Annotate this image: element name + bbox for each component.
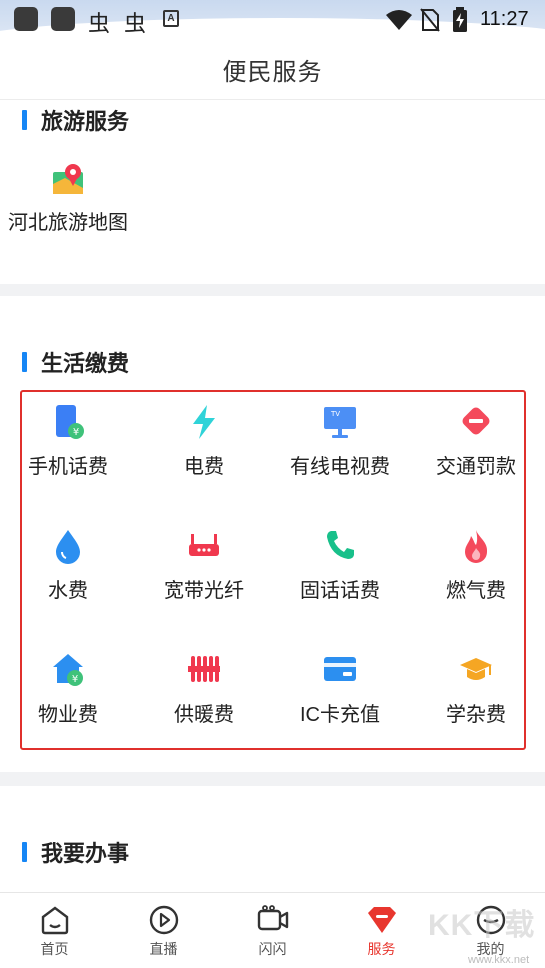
service-item-label: 电费 (184, 456, 224, 478)
svg-text:TV: TV (330, 410, 340, 418)
service-item-label: 河北旅游地图 (8, 212, 128, 234)
service-item-label: 物业费 (38, 704, 98, 726)
phone-bill-icon: ¥ (56, 405, 84, 439)
bug-icon: 虫 (124, 12, 147, 37)
video-camera-icon (257, 905, 288, 931)
svg-text:¥: ¥ (73, 427, 79, 438)
traffic-fine-icon (462, 407, 490, 435)
nav-item-flash[interactable]: 闪闪 (218, 893, 327, 968)
water-drop-icon (56, 530, 80, 564)
bug-icon: 虫 (88, 12, 111, 37)
wifi-icon (386, 10, 412, 30)
section-accent-bar (22, 842, 27, 862)
home-icon (41, 906, 68, 935)
service-item-label: 手机话费 (28, 456, 108, 478)
service-item-label: IC卡充值 (300, 704, 380, 726)
tv-icon: TV (324, 407, 356, 438)
service-item-label: 固话话费 (300, 580, 380, 602)
play-icon (149, 905, 178, 935)
page-title: 便民服务 (222, 59, 323, 86)
service-item-traffic-fine[interactable]: 交通罚款 (408, 404, 544, 479)
service-item-label: 宽带光纤 (164, 580, 244, 602)
map-pin-icon (53, 164, 83, 194)
section-accent-bar (22, 352, 27, 372)
no-sim-icon (420, 8, 440, 32)
section-header: 生活缴费 (22, 346, 129, 378)
section-title: 生活缴费 (41, 351, 130, 376)
service-item-label: 交通罚款 (436, 456, 516, 478)
service-item-label: 水费 (48, 580, 88, 602)
status-bar: 虫 虫 A 11:27 (0, 0, 545, 40)
graduation-cap-icon (460, 658, 492, 680)
nav-label: 首页 (40, 941, 69, 957)
battery-charging-icon (453, 7, 467, 32)
notification-icon (51, 7, 75, 31)
lightning-icon (193, 405, 215, 439)
service-item-gas[interactable]: 燃气费 (408, 528, 544, 603)
clock: 11:27 (480, 8, 529, 30)
service-item-broadband[interactable]: 宽带光纤 (136, 528, 272, 603)
section-header: 旅游服务 (22, 104, 129, 136)
travel-section: 旅游服务 河北旅游地图 (0, 100, 545, 284)
service-item-cable-tv[interactable]: TV 有线电视费 (272, 404, 408, 479)
nav-item-home[interactable]: 首页 (0, 893, 109, 968)
service-item-ic-card[interactable]: IC卡充值 (272, 652, 408, 727)
house-icon: ¥ (53, 654, 83, 686)
nav-item-service[interactable]: 服务 (327, 893, 436, 968)
service-item-hebei-travel-map[interactable]: 河北旅游地图 (0, 162, 136, 235)
service-item-phone-bill[interactable]: ¥ 手机话费 (0, 404, 136, 479)
nav-label: 直播 (149, 941, 178, 957)
service-item-label: 有线电视费 (290, 456, 390, 478)
section-title: 旅游服务 (41, 109, 130, 134)
service-icon (367, 907, 396, 933)
router-icon (189, 534, 219, 556)
watermark-url: www.kkx.net (468, 954, 530, 966)
service-item-landline[interactable]: 固话话费 (272, 528, 408, 603)
keyboard-a-icon: A (163, 10, 179, 27)
telephone-icon (327, 531, 354, 559)
service-item-label: 供暖费 (174, 704, 234, 726)
service-item-tuition[interactable]: 学杂费 (408, 652, 544, 727)
section-header: 我要办事 (22, 836, 129, 868)
affairs-section: 我要办事 (0, 786, 545, 892)
card-icon (324, 657, 356, 681)
watermark: KK下载 (428, 909, 536, 942)
service-item-electricity[interactable]: 电费 (136, 404, 272, 479)
service-item-label: 学杂费 (446, 704, 506, 726)
service-item-heating[interactable]: 供暖费 (136, 652, 272, 727)
flame-icon (465, 530, 488, 563)
service-item-label: 燃气费 (446, 580, 506, 602)
nav-label: 服务 (367, 941, 396, 957)
section-title: 我要办事 (41, 841, 130, 866)
radiator-icon (188, 656, 220, 682)
svg-text:¥: ¥ (72, 674, 78, 685)
nav-item-live[interactable]: 直播 (109, 893, 218, 968)
section-accent-bar (22, 110, 27, 130)
nav-label: 闪闪 (258, 941, 287, 957)
notification-icon (14, 7, 38, 31)
top-bar: 虫 虫 A 11:27 便民服务 (0, 0, 545, 100)
service-item-water[interactable]: 水费 (0, 528, 136, 603)
service-item-property[interactable]: ¥ 物业费 (0, 652, 136, 727)
